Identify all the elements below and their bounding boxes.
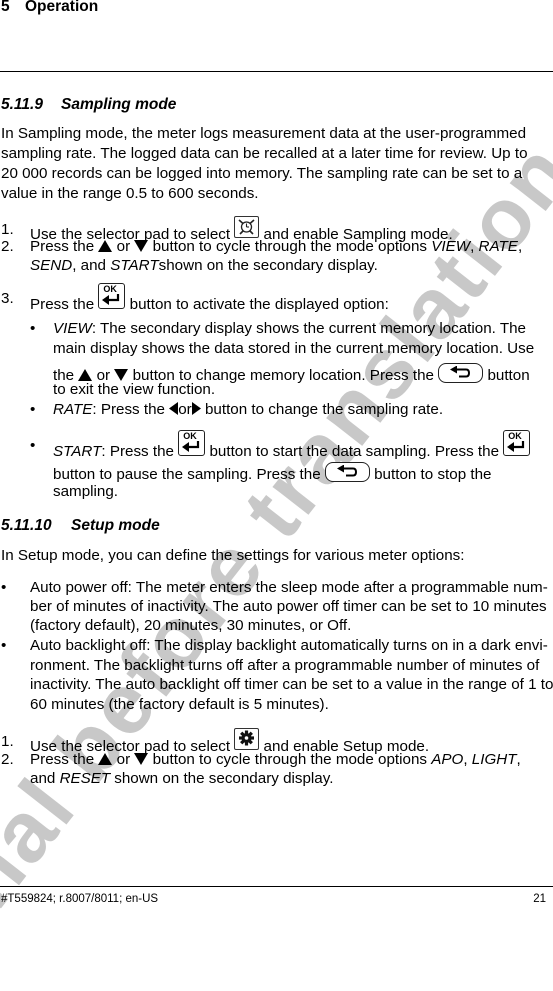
left-arrow-icon: [169, 402, 179, 415]
step-text: button to cycle through the mode options: [152, 751, 428, 768]
option-text: or: [178, 401, 192, 418]
option-label: VIEW: [53, 320, 92, 337]
step-text: Press the: [30, 238, 95, 255]
step-text: , and: [72, 257, 106, 274]
bullet: •: [30, 437, 36, 454]
section-title: Sampling mode: [61, 96, 177, 113]
down-arrow-icon: [134, 753, 149, 765]
option-text: button to start the data sampling. Press…: [209, 443, 500, 460]
footer-rule: [0, 886, 553, 887]
option-text: button: [487, 367, 530, 384]
bullet-text: ronment. The backlight turns off after a…: [30, 657, 540, 674]
ok-label: OK: [508, 431, 522, 441]
section-number: 5.11.9: [1, 96, 43, 113]
mode-option-view: VIEW: [431, 238, 471, 255]
manual-page: 5 Operation 5.11.9 Sampling mode In Sampli…: [0, 0, 553, 910]
setup-gear-icon: [234, 728, 260, 750]
step-marker: 1.: [1, 733, 14, 750]
intro-line: sampling rate. The logged data can be re…: [1, 145, 528, 162]
step-text: or: [116, 238, 131, 255]
option-text: to exit the view function.: [53, 381, 216, 398]
down-arrow-icon: [134, 240, 149, 252]
up-arrow-icon: [98, 240, 113, 252]
mode-option-start: START: [110, 257, 159, 274]
option-text: sampling.: [53, 483, 118, 500]
intro-line: value in the range 0.5 to 600 seconds.: [1, 185, 259, 202]
step-text: button to activate the displayed option:: [129, 296, 389, 313]
option-text: : The secondary display shows the curren…: [91, 320, 527, 337]
separator: ,: [516, 751, 521, 768]
bullet-text: ber of minutes of inactivity. The auto p…: [30, 598, 547, 615]
up-arrow-icon: [98, 753, 113, 765]
document-id: #T559824; r.8007/8011; en-US: [1, 893, 159, 905]
header-rule: [0, 71, 553, 72]
separator: ,: [517, 238, 523, 255]
ok-enter-key-icon: OK: [98, 283, 126, 309]
section-number: 5.11.10: [1, 517, 52, 534]
bullet-text: Auto power off: The meter enters the sle…: [30, 579, 548, 596]
ok-enter-key-icon: OK: [178, 430, 206, 456]
setup-intro: In Setup mode, you can define the settin…: [1, 547, 465, 564]
step-text: and: [30, 770, 56, 787]
step-text: or: [116, 751, 131, 768]
bullet: •: [30, 320, 36, 337]
option-text: main display shows the data stored in th…: [53, 340, 535, 357]
back-key-icon: [438, 363, 484, 383]
mode-option-send: SEND: [30, 257, 73, 274]
section-title: Setup mode: [71, 517, 160, 534]
option-text: button to change the sampling rate.: [204, 401, 444, 418]
step-text: shown on the secondary display.: [114, 770, 334, 787]
bullet: •: [30, 401, 36, 418]
bullet-text: Auto backlight off: The display backligh…: [30, 637, 548, 654]
mode-option-reset: RESET: [59, 770, 111, 787]
step-text: button to cycle through the mode options: [152, 238, 428, 255]
ok-label: OK: [183, 431, 197, 441]
option-text: : Press the: [101, 443, 174, 460]
bullet-text: inactivity. The auto backlight off timer…: [30, 676, 553, 693]
chapter-title: Operation: [25, 0, 99, 15]
option-text: button to stop the: [374, 466, 492, 483]
step-text: Press the: [30, 751, 95, 768]
step-marker: 2.: [1, 751, 14, 768]
mode-option-apo: APO: [431, 751, 464, 768]
separator: ,: [470, 238, 475, 255]
step-marker: 2.: [1, 238, 14, 255]
step-text: Press the: [30, 296, 95, 313]
ok-label: OK: [103, 284, 117, 294]
intro-line: 20 000 records can be logged into memory…: [1, 165, 523, 182]
chapter-header: 5 Operation: [1, 0, 98, 16]
step-marker: 3.: [1, 290, 14, 307]
option-text: button to pause the sampling. Press the: [53, 466, 321, 483]
back-key-icon: [324, 462, 370, 482]
ok-enter-key-icon: OK: [503, 430, 531, 456]
mode-option-light: LIGHT: [471, 751, 517, 768]
bullet: •: [1, 637, 7, 654]
chapter-number: 5: [1, 0, 10, 15]
bullet-text: (factory default), 20 minutes, 30 minute…: [30, 617, 352, 634]
option-text: : Press the: [92, 401, 165, 418]
page-number: 21: [533, 893, 546, 905]
option-label: RATE: [53, 401, 93, 418]
section-heading-sampling: 5.11.9 Sampling mode: [1, 96, 176, 114]
step-text: shown on the secondary display.: [158, 257, 378, 274]
bullet-text: 60 minutes (the factory default is 5 min…: [30, 696, 329, 713]
bullet: •: [1, 579, 7, 596]
mode-option-rate: RATE: [478, 238, 518, 255]
intro-line: In Sampling mode, the meter logs measure…: [1, 125, 527, 142]
sampling-clock-icon: [234, 216, 260, 238]
section-heading-setup: 5.11.10 Setup mode: [1, 517, 160, 535]
separator: ,: [463, 751, 468, 768]
option-label: START: [53, 443, 102, 460]
right-arrow-icon: [191, 402, 201, 415]
